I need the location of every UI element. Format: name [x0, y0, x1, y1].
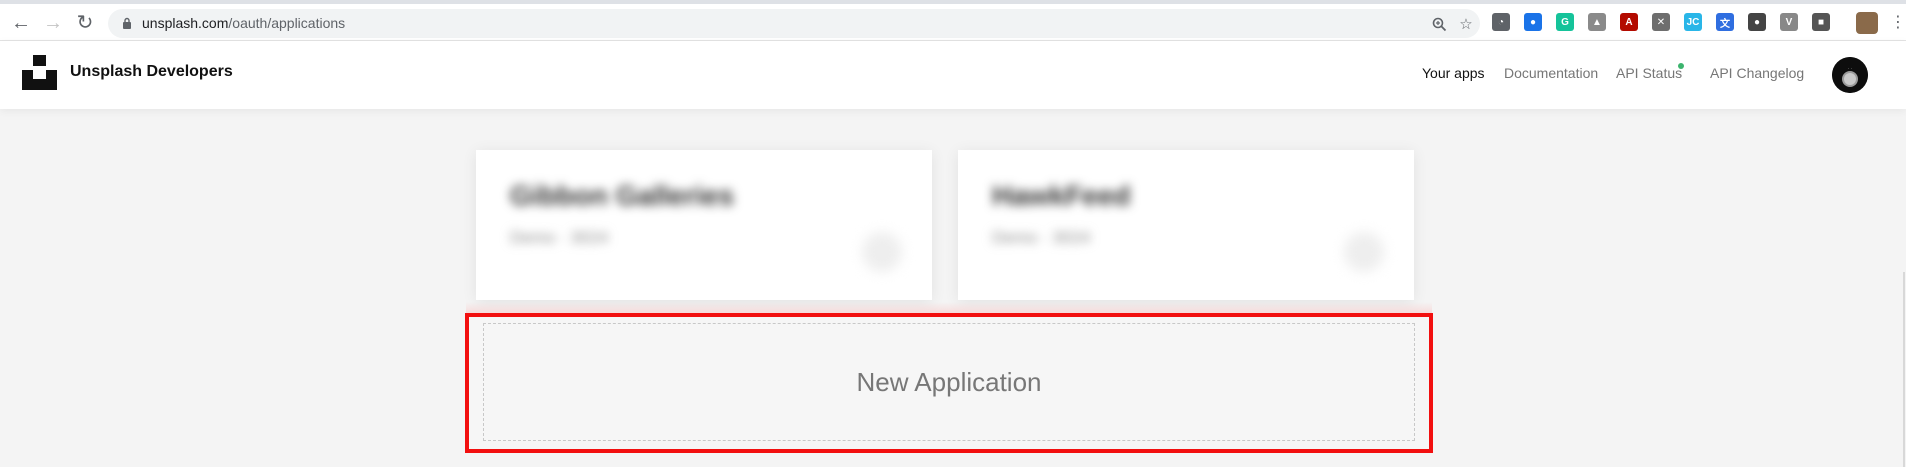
unsplash-logo-icon[interactable]	[22, 55, 57, 90]
address-bar[interactable]: unsplash.com/oauth/applications ☆	[108, 9, 1480, 38]
speed-dial-icon[interactable]: ◔	[1492, 13, 1510, 31]
highlight-box: New Application	[465, 313, 1433, 453]
browser-menu-icon[interactable]: ⋮	[1890, 12, 1906, 34]
app-meta: Demo · 3024	[992, 228, 1091, 247]
grammarly-icon[interactable]: G	[1556, 13, 1574, 31]
url-host: unsplash.com	[142, 15, 229, 31]
reload-button[interactable]: ↻	[72, 10, 98, 36]
forward-button[interactable]: →	[40, 10, 66, 36]
back-button[interactable]: ←	[8, 10, 34, 36]
nav-documentation[interactable]: Documentation	[1504, 65, 1598, 81]
arrow-left-icon: ←	[11, 12, 31, 34]
profile-avatar[interactable]	[1856, 12, 1878, 34]
lock-icon	[123, 17, 131, 29]
brand-name[interactable]: Unsplash Developers	[70, 63, 233, 81]
sphere-extension-icon[interactable]: ●	[1748, 13, 1766, 31]
browser-toolbar: ← → ↻ unsplash.com/oauth/applications ☆ …	[0, 0, 1906, 41]
new-application-button[interactable]: New Application	[483, 323, 1415, 441]
jc-extension-icon[interactable]: JC	[1684, 13, 1702, 31]
nav-api-status[interactable]: API Status	[1616, 65, 1682, 81]
scrollbar[interactable]	[1903, 272, 1905, 467]
app-corner-icon	[1344, 232, 1384, 272]
arrow-right-icon: →	[43, 12, 63, 34]
app-meta: Demo · 3024	[510, 228, 609, 247]
unsplash-extension-icon[interactable]: ■	[1812, 13, 1830, 31]
translate-icon[interactable]: 文	[1716, 13, 1734, 31]
nav-your-apps[interactable]: Your apps	[1422, 65, 1485, 81]
svg-text:· ·: · ·	[1848, 66, 1852, 71]
status-indicator-dot	[1678, 63, 1684, 69]
bookmark-star-icon[interactable]: ☆	[1455, 13, 1477, 35]
zoom-icon[interactable]	[1428, 13, 1450, 35]
site-header: Unsplash Developers Your apps Documentat…	[0, 41, 1906, 109]
app-corner-icon	[862, 232, 902, 272]
pdf-icon[interactable]: A	[1620, 13, 1638, 31]
reload-icon: ↻	[76, 12, 94, 34]
drive-icon[interactable]: ▲	[1588, 13, 1606, 31]
new-application-label: New Application	[856, 366, 1042, 397]
app-name: HawkFeed	[992, 180, 1131, 211]
globe-extension-icon[interactable]: ●	[1524, 13, 1542, 31]
app-card[interactable]: Gibbon Galleries Demo · 3024	[476, 150, 932, 300]
url-path: /oauth/applications	[228, 15, 346, 31]
user-avatar[interactable]: · ·	[1832, 57, 1868, 93]
x-extension-icon[interactable]: ✕	[1652, 13, 1670, 31]
nav-api-changelog[interactable]: API Changelog	[1710, 65, 1804, 81]
app-card[interactable]: HawkFeed Demo · 3024	[958, 150, 1414, 300]
avatar-image: · ·	[1832, 57, 1868, 93]
v-extension-icon[interactable]: V	[1780, 13, 1798, 31]
url-text: unsplash.com/oauth/applications	[142, 15, 345, 31]
app-name: Gibbon Galleries	[510, 180, 735, 211]
